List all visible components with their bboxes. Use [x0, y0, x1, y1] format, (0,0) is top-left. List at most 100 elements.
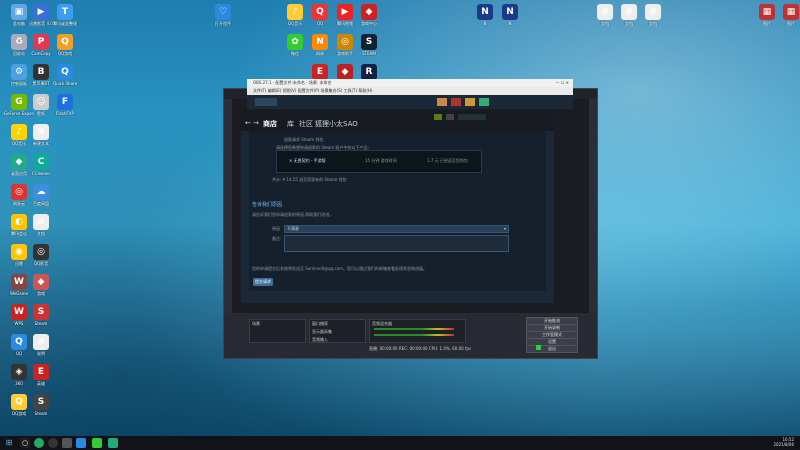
app-icon: ♪	[287, 4, 303, 20]
audio-meter	[374, 328, 454, 330]
chrome-icon[interactable]	[34, 438, 44, 448]
app-icon: ▣	[11, 4, 27, 20]
desktop-icon-label: FlashFXP	[56, 111, 74, 116]
notes-textarea[interactable]	[284, 235, 509, 252]
toolbar-chip[interactable]	[479, 98, 489, 106]
notes-label: 备注:	[272, 236, 282, 241]
notification-icon[interactable]	[434, 114, 442, 120]
wechat-icon[interactable]	[92, 438, 102, 448]
desktop-icon[interactable]: S Steam	[26, 304, 56, 336]
audio-mixer-panel[interactable]: 音频混合器	[369, 319, 466, 343]
obs-status-bar: 直播: 00:00:00 REC: 00:00:00 CPU: 1.4%, 60…	[369, 346, 472, 351]
desktop-icon[interactable]: ◆游戏	[26, 274, 56, 306]
desktop-icon[interactable]: S Steam	[26, 394, 56, 426]
desktop-icon-label: Steam	[34, 411, 48, 416]
submit-button[interactable]: 提交请求	[253, 278, 273, 286]
back-icon[interactable]: ←	[245, 119, 251, 127]
item-name: ✕ 无畏契约 - 手游版	[289, 158, 326, 163]
desktop-icon-label: 说明	[37, 351, 45, 356]
toolbar-chip[interactable]	[255, 98, 277, 106]
menu-text[interactable]: 文件(F) 编辑(E) 视图(V) 配置文件(P) 场景集合(S) 工具(T) …	[253, 88, 372, 93]
browser-titlebar: OBS 27.1 - 配置文件:未命名 - 场景: 未命名 — ☐ ✕	[247, 79, 573, 87]
edge-icon[interactable]	[108, 438, 118, 448]
browser-menu: 文件(F) 编辑(E) 视图(V) 配置文件(P) 场景集合(S) 工具(T) …	[247, 87, 573, 95]
desktop-icon[interactable]: ☁ 百度网盘	[26, 184, 56, 216]
taskbar: ⊞ ○ 16:52 2021/8/06	[0, 436, 800, 450]
search-icon[interactable]: ○	[20, 438, 30, 448]
scene-panel[interactable]: 场景	[249, 319, 306, 343]
desktop-icon[interactable]: ♡ 打开程序	[208, 4, 238, 36]
app-icon: ≡	[645, 4, 661, 20]
nav-community[interactable]: 社区	[299, 119, 313, 129]
app-icon: T	[57, 4, 73, 20]
desktop-icon[interactable]: E英雄	[26, 364, 56, 396]
app-icon: W	[11, 304, 27, 320]
desktop-icon-label: 图片	[787, 21, 795, 26]
desktop-icon[interactable]: ▦ 图片	[776, 4, 800, 36]
desktop-icon[interactable]: Q QQ游戏	[50, 34, 80, 66]
desktop-icon[interactable]: C CCleaner	[26, 154, 56, 186]
scene-panel-title: 场景	[252, 321, 260, 326]
desktop-icon[interactable]: ≡ 文档	[638, 4, 668, 36]
desktop-icon[interactable]: ≡ 文档	[26, 214, 56, 246]
app-icon: ♻	[11, 34, 27, 50]
source-item[interactable]: 窗口捕获	[310, 320, 365, 328]
app-icon: N	[477, 4, 493, 20]
qq-icon[interactable]	[76, 438, 86, 448]
desktop-icon-label: QQ游戏	[57, 51, 73, 56]
app-icon: ≡	[33, 214, 49, 230]
desktop-icon[interactable]: NN	[495, 4, 525, 36]
toolbar-chip[interactable]	[451, 98, 461, 106]
app-icon: ◆	[361, 4, 377, 20]
app-icon: F	[57, 94, 73, 110]
nav-store[interactable]: 商店	[263, 119, 277, 129]
desktop-icon-label: Quick Share	[52, 81, 78, 86]
forward-icon[interactable]: →	[253, 119, 259, 127]
app-icon: Q	[57, 64, 73, 80]
account-menu[interactable]	[458, 114, 486, 120]
app-icon: ≡	[621, 4, 637, 20]
app-icon: ◎	[11, 184, 27, 200]
desktop-icon[interactable]: ≡ 说明	[26, 334, 56, 366]
app-icon: ▶	[337, 4, 353, 20]
toolbar-chip[interactable]	[437, 98, 447, 106]
desktop-icon[interactable]: S STEAM	[354, 34, 384, 66]
app-icon: Q	[11, 394, 27, 410]
desktop-icon[interactable]: T 腾讯桌面整理	[50, 4, 80, 36]
source-item[interactable]: 显示器采集	[310, 328, 365, 336]
app-icon: W	[11, 274, 27, 290]
desktop-icon-label: 英雄	[37, 381, 45, 386]
toolbar-chip[interactable]	[465, 98, 475, 106]
desktop-icon[interactable]: Q Quick Share	[50, 64, 80, 96]
clock-date: 2021/8/06	[773, 442, 794, 447]
window-controls[interactable]: — ☐ ✕	[556, 79, 569, 87]
desktop-icon-label: 打开程序	[215, 21, 231, 26]
desktop-icon[interactable]: ≡ 新建文本	[26, 124, 56, 156]
app-icon: ▶	[33, 4, 49, 20]
desktop-icon[interactable]: F FlashFXP	[50, 94, 80, 126]
nav-library[interactable]: 库	[287, 119, 294, 129]
windows-start-icon[interactable]: ⊞	[4, 438, 14, 448]
app-icon: ≡	[597, 4, 613, 20]
exit-button[interactable]: 退出	[526, 345, 578, 353]
source-item[interactable]: 音频输入	[310, 336, 365, 344]
avatar[interactable]	[446, 114, 454, 120]
desktop-icon[interactable]: ◎ QQ影音	[26, 244, 56, 276]
steam-icon[interactable]	[62, 438, 72, 448]
reason-label: 原因	[272, 226, 280, 231]
app-icon: ◐	[11, 214, 27, 230]
obs-icon[interactable]	[48, 438, 58, 448]
desktop-icon-label: 新建文本	[33, 141, 49, 146]
system-clock[interactable]: 16:52 2021/8/06	[773, 437, 794, 447]
steam-toolbar	[247, 95, 573, 109]
app-icon: ◈	[11, 364, 27, 380]
desktop-icon[interactable]: ◆ 游戏中心	[354, 4, 384, 36]
app-icon: Q	[57, 34, 73, 50]
reason-select[interactable]: 不满意 ▾	[284, 225, 509, 233]
app-icon: ◆	[11, 154, 27, 170]
app-icon: ≡	[33, 334, 49, 350]
source-panel[interactable]: 窗口捕获 显示器采集 音频输入	[309, 319, 366, 343]
nav-profile[interactable]: 狐狸小太SAO	[315, 119, 358, 129]
item-playtime: 15 分钟 游戏时间	[365, 158, 397, 163]
desktop-icon-label: 游戏	[37, 291, 45, 296]
